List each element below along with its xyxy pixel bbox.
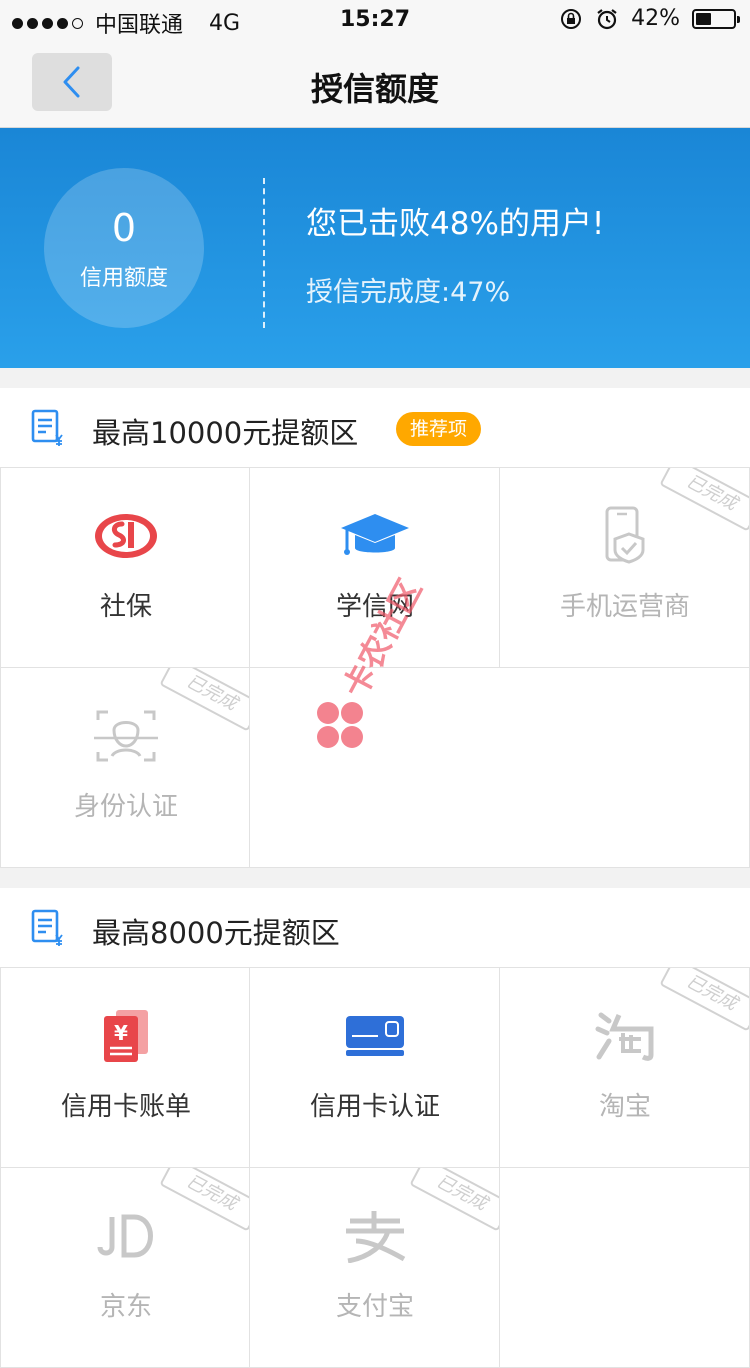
alipay-icon	[346, 1211, 406, 1263]
section-title: 最高8000元提额区	[92, 916, 340, 950]
item-jd[interactable]: 已完成 京东	[0, 1168, 250, 1368]
item-identity[interactable]: 已完成 身份认证	[0, 668, 250, 868]
completion-text: 授信完成度:47%	[306, 277, 511, 308]
empty-cell	[500, 1168, 750, 1368]
phone-check-icon	[605, 506, 645, 564]
taobao-icon	[595, 1012, 654, 1061]
empty-cell	[250, 668, 750, 868]
item-taobao[interactable]: 已完成 淘宝	[500, 968, 750, 1168]
ranking-text: 您已击败48%的用户!	[306, 206, 605, 242]
battery-percent: 42%	[631, 6, 680, 31]
section-title: 最高10000元提额区	[92, 416, 359, 450]
bill-icon: ¥	[104, 1010, 148, 1062]
nav-bar: 授信额度	[0, 40, 750, 128]
item-label: 身份认证	[73, 792, 178, 822]
item-alipay[interactable]: 已完成 支付宝	[250, 1168, 500, 1368]
section-10000: 最高10000元提额区 推荐项 社保 学信网 已完成 手机运营商 已完成 身份认…	[0, 388, 750, 868]
credit-limit-value: 0	[111, 206, 137, 250]
document-yuan-icon	[31, 909, 63, 946]
section-8000: 最高8000元提额区 ¥ 信用卡账单 信用卡认证 已完成 淘宝 已完成 京东 已…	[0, 888, 750, 1368]
item-card-bill[interactable]: ¥ 信用卡账单	[0, 968, 250, 1168]
item-phone-carrier[interactable]: 已完成 手机运营商	[500, 468, 750, 668]
document-yuan-icon	[31, 409, 63, 446]
item-label: 淘宝	[598, 1092, 651, 1122]
section-header: 最高8000元提额区	[0, 888, 750, 968]
credit-card-icon	[346, 1016, 404, 1056]
item-social-security[interactable]: 社保	[0, 468, 250, 668]
credit-summary-banner: 0 信用额度 您已击败48%的用户! 授信完成度:47%	[0, 128, 750, 368]
page-title: 授信额度	[310, 70, 439, 108]
item-chsi[interactable]: 学信网	[250, 468, 500, 668]
alarm-icon	[597, 8, 617, 29]
item-label: 信用卡认证	[309, 1092, 440, 1122]
social-security-icon	[95, 514, 157, 558]
item-label: 信用卡账单	[60, 1092, 191, 1122]
battery-icon	[692, 8, 740, 29]
status-bar: 中国联通 4G 15:27 42%	[0, 0, 750, 40]
item-label: 社保	[99, 592, 152, 622]
banner-divider	[263, 178, 265, 328]
graduation-cap-icon	[341, 514, 409, 555]
svg-text:¥: ¥	[114, 1021, 128, 1045]
jd-icon	[97, 1214, 153, 1258]
recommended-badge: 推荐项	[396, 412, 482, 446]
section-header: 最高10000元提额区 推荐项	[0, 388, 750, 468]
credit-limit-circle: 0 信用额度	[44, 168, 204, 328]
item-label: 京东	[99, 1292, 152, 1322]
item-label: 手机运营商	[559, 592, 690, 622]
credit-limit-label: 信用额度	[79, 266, 168, 291]
item-label: 支付宝	[335, 1292, 414, 1322]
rotation-lock-icon	[561, 8, 582, 29]
item-label: 学信网	[335, 592, 414, 622]
item-card-verify[interactable]: 信用卡认证	[250, 968, 500, 1168]
face-scan-icon	[94, 710, 158, 762]
